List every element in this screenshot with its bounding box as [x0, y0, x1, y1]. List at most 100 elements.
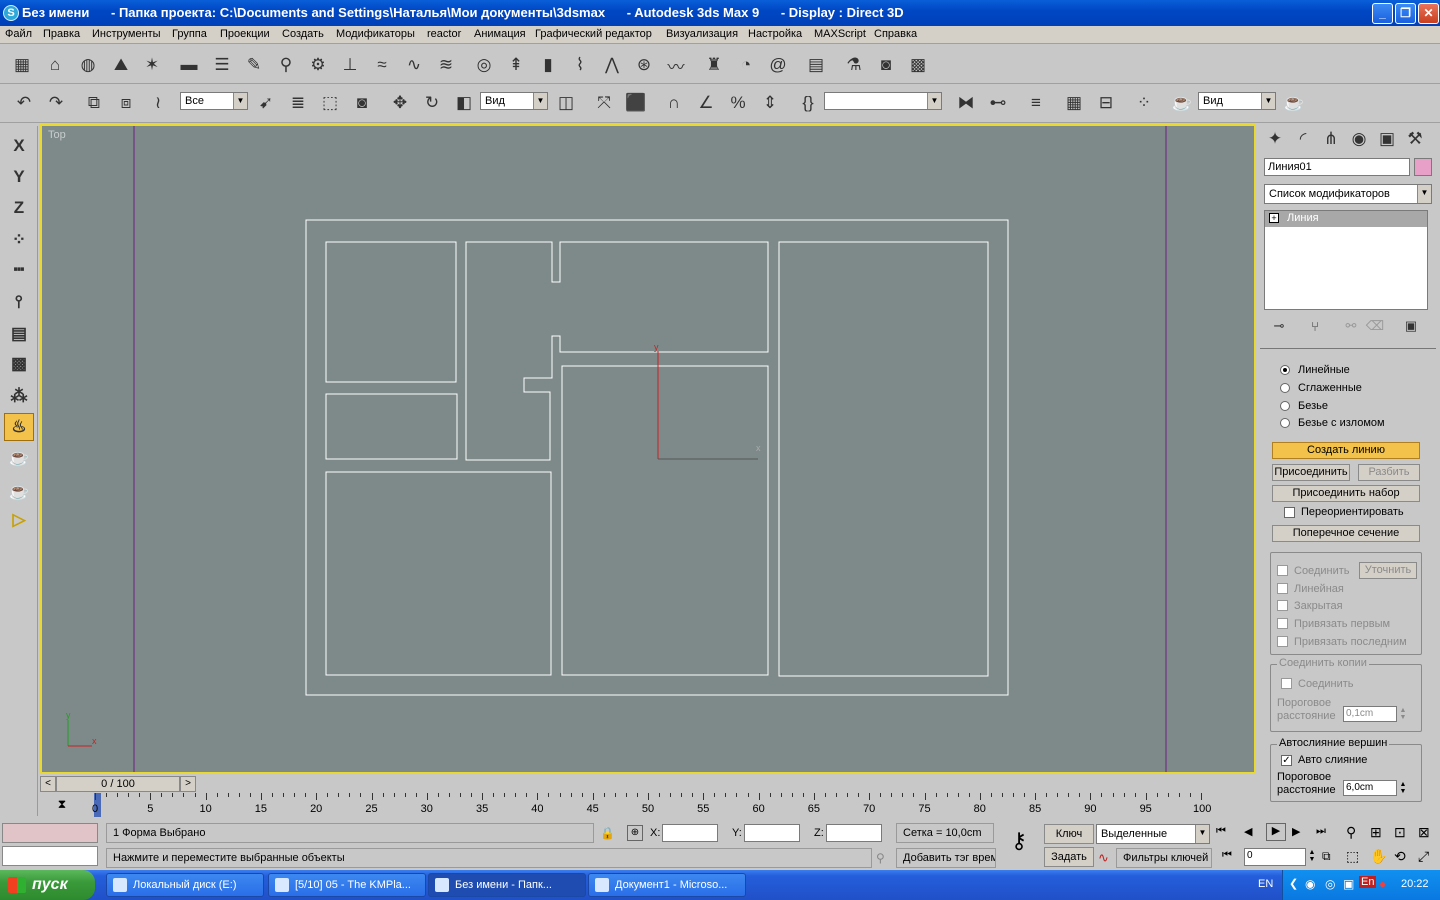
menu-rendering[interactable]: Визуализация	[666, 28, 738, 40]
utilities-tab-icon[interactable]: ⚒	[1402, 126, 1428, 152]
menu-reactor[interactable]: reactor	[427, 28, 461, 40]
curve-icon[interactable]: ∿	[1098, 850, 1109, 866]
texture-icon[interactable]: ▩	[4, 350, 34, 378]
y-field[interactable]	[744, 824, 800, 842]
fire-icon[interactable]: ♨	[4, 413, 34, 441]
hierarchy-icon[interactable]: ⫯	[4, 288, 34, 316]
create-line-button[interactable]: Создать линию	[1272, 442, 1420, 459]
render-setup-icon[interactable]: ☕	[1168, 89, 1196, 117]
shapes-icon[interactable]: ⌂	[41, 51, 69, 79]
named-selection-dropdown[interactable]: ▼	[824, 92, 942, 110]
menu-customize[interactable]: Настройка	[748, 28, 802, 40]
connect-checkbox[interactable]	[1277, 565, 1288, 576]
rect-selection-icon[interactable]: ⬚	[316, 89, 344, 117]
skew-icon[interactable]: ⋀	[598, 51, 626, 79]
keyboard-shortcut-icon[interactable]: ⬛	[622, 89, 650, 117]
set-button[interactable]: Задать	[1044, 847, 1094, 867]
snap-toggle-icon[interactable]: ∩	[660, 89, 688, 117]
modifier-icon[interactable]: ◎	[470, 51, 498, 79]
start-button[interactable]: пуск	[0, 870, 95, 900]
maximize-viewport-icon[interactable]: ⤢	[1418, 848, 1429, 865]
menu-modifiers[interactable]: Модификаторы	[336, 28, 415, 40]
language-indicator[interactable]: EN	[1258, 878, 1273, 890]
remove-modifier-icon[interactable]: ⌫	[1364, 316, 1386, 336]
teapot-small-icon[interactable]: ☕	[4, 478, 34, 506]
window-crossing-icon[interactable]: ◙	[348, 89, 376, 117]
minimize-button[interactable]: _	[1372, 3, 1393, 24]
spiral-icon[interactable]: @	[764, 51, 792, 79]
menu-animation[interactable]: Анимация	[474, 28, 526, 40]
select-object-icon[interactable]: ➹	[252, 89, 280, 117]
pin-stack-icon[interactable]: ⊸	[1268, 316, 1290, 336]
angle-snap-icon[interactable]: ∠	[692, 89, 720, 117]
hierarchy-tab-icon[interactable]: ⋔	[1318, 126, 1344, 152]
goto-start-icon[interactable]: ⏮	[1216, 825, 1226, 838]
notebook-icon[interactable]: ▤	[802, 51, 830, 79]
render-type-dropdown[interactable]: Вид ▼	[1198, 92, 1276, 110]
room-5[interactable]	[561, 365, 769, 676]
time-prev-button[interactable]: <	[40, 776, 56, 792]
key-mode-toggle-icon[interactable]: ⏮	[1222, 849, 1232, 862]
prev-frame-icon[interactable]: ◀	[1244, 825, 1252, 838]
closed-checkbox[interactable]	[1277, 600, 1288, 611]
material-editor-icon[interactable]: ⁘	[1130, 89, 1158, 117]
room-1[interactable]	[325, 241, 457, 383]
display-tab-icon[interactable]: ▣	[1374, 126, 1400, 152]
align-icon[interactable]: ⊷	[984, 89, 1012, 117]
select-link-icon[interactable]: ⧉	[80, 89, 108, 117]
z-field[interactable]	[826, 824, 882, 842]
autoweld-checkbox[interactable]: ✓	[1281, 755, 1292, 766]
task-local-disk[interactable]: Локальный диск (E:)	[106, 873, 264, 897]
viewport-label[interactable]: Top	[48, 129, 66, 141]
edit-named-sel-icon[interactable]: {}	[794, 89, 822, 117]
outer-wall[interactable]	[305, 219, 1009, 696]
object-name-field[interactable]: Линия01	[1264, 158, 1410, 176]
mirror-icon[interactable]: ⧓	[952, 89, 980, 117]
key-button[interactable]: Ключ	[1044, 824, 1094, 844]
bind-last-checkbox[interactable]	[1277, 636, 1288, 647]
move-icon[interactable]: ✥	[386, 89, 414, 117]
compound-icon[interactable]: ▬	[175, 51, 203, 79]
wind-icon[interactable]: ≈	[368, 51, 396, 79]
maxscript-listener-white[interactable]	[2, 846, 98, 866]
motion-tab-icon[interactable]: ◉	[1346, 126, 1372, 152]
bind-first-checkbox[interactable]	[1277, 618, 1288, 629]
show-end-result-icon[interactable]: ⑂	[1304, 316, 1326, 336]
ref-coord-dropdown[interactable]: Вид ▼	[480, 92, 548, 110]
spinner-snap-icon[interactable]: ⇕	[756, 89, 784, 117]
spinner-arrows-icon[interactable]: ▲ ▼	[1398, 707, 1408, 721]
menu-create[interactable]: Создать	[282, 28, 324, 40]
modifier-stack[interactable]: + Линия	[1264, 210, 1428, 310]
menu-file[interactable]: Файл	[5, 28, 32, 40]
make-unique-icon[interactable]: ⚯	[1340, 316, 1362, 336]
select-manipulate-icon[interactable]: ⤧	[590, 89, 618, 117]
room-6[interactable]	[778, 241, 989, 677]
select-by-name-icon[interactable]: ≣	[284, 89, 312, 117]
interp-smooth-radio[interactable]	[1280, 383, 1290, 393]
pivot-center-icon[interactable]: ◫	[552, 89, 580, 117]
magnet-icon[interactable]: ⚲	[876, 851, 885, 865]
percent-snap-icon[interactable]: %	[724, 89, 752, 117]
particles-icon[interactable]: ∿	[400, 51, 428, 79]
cross-section-button[interactable]: Поперечное сечение	[1272, 525, 1420, 542]
linear-checkbox[interactable]	[1277, 583, 1288, 594]
time-next-button[interactable]: >	[180, 776, 196, 792]
menu-edit[interactable]: Правка	[43, 28, 80, 40]
lights-icon[interactable]: ⛰	[107, 51, 135, 79]
maxscript-listener-pink[interactable]	[2, 823, 98, 843]
unlink-icon[interactable]: ⧈	[112, 89, 140, 117]
spinner-arrows-icon[interactable]: ▲ ▼	[1398, 781, 1408, 795]
floor-plan-shape[interactable]	[305, 219, 1009, 696]
material-icon[interactable]: ♜	[700, 51, 728, 79]
reorient-checkbox[interactable]	[1284, 507, 1295, 518]
selection-filter-dropdown[interactable]: Все ▼	[180, 92, 248, 110]
viewport-top[interactable]: Top y x y x	[40, 124, 1256, 774]
axis-y-button[interactable]: Y	[4, 163, 34, 191]
x-field[interactable]	[662, 824, 718, 842]
menu-tools[interactable]: Инструменты	[92, 28, 161, 40]
menu-help[interactable]: Справка	[874, 28, 917, 40]
quick-render-icon[interactable]: ☕	[1280, 89, 1308, 117]
stack-item[interactable]: + Линия	[1265, 211, 1427, 227]
track-view-icon[interactable]: ▤	[4, 320, 34, 348]
next-frame-icon[interactable]: ▶	[1292, 825, 1300, 838]
